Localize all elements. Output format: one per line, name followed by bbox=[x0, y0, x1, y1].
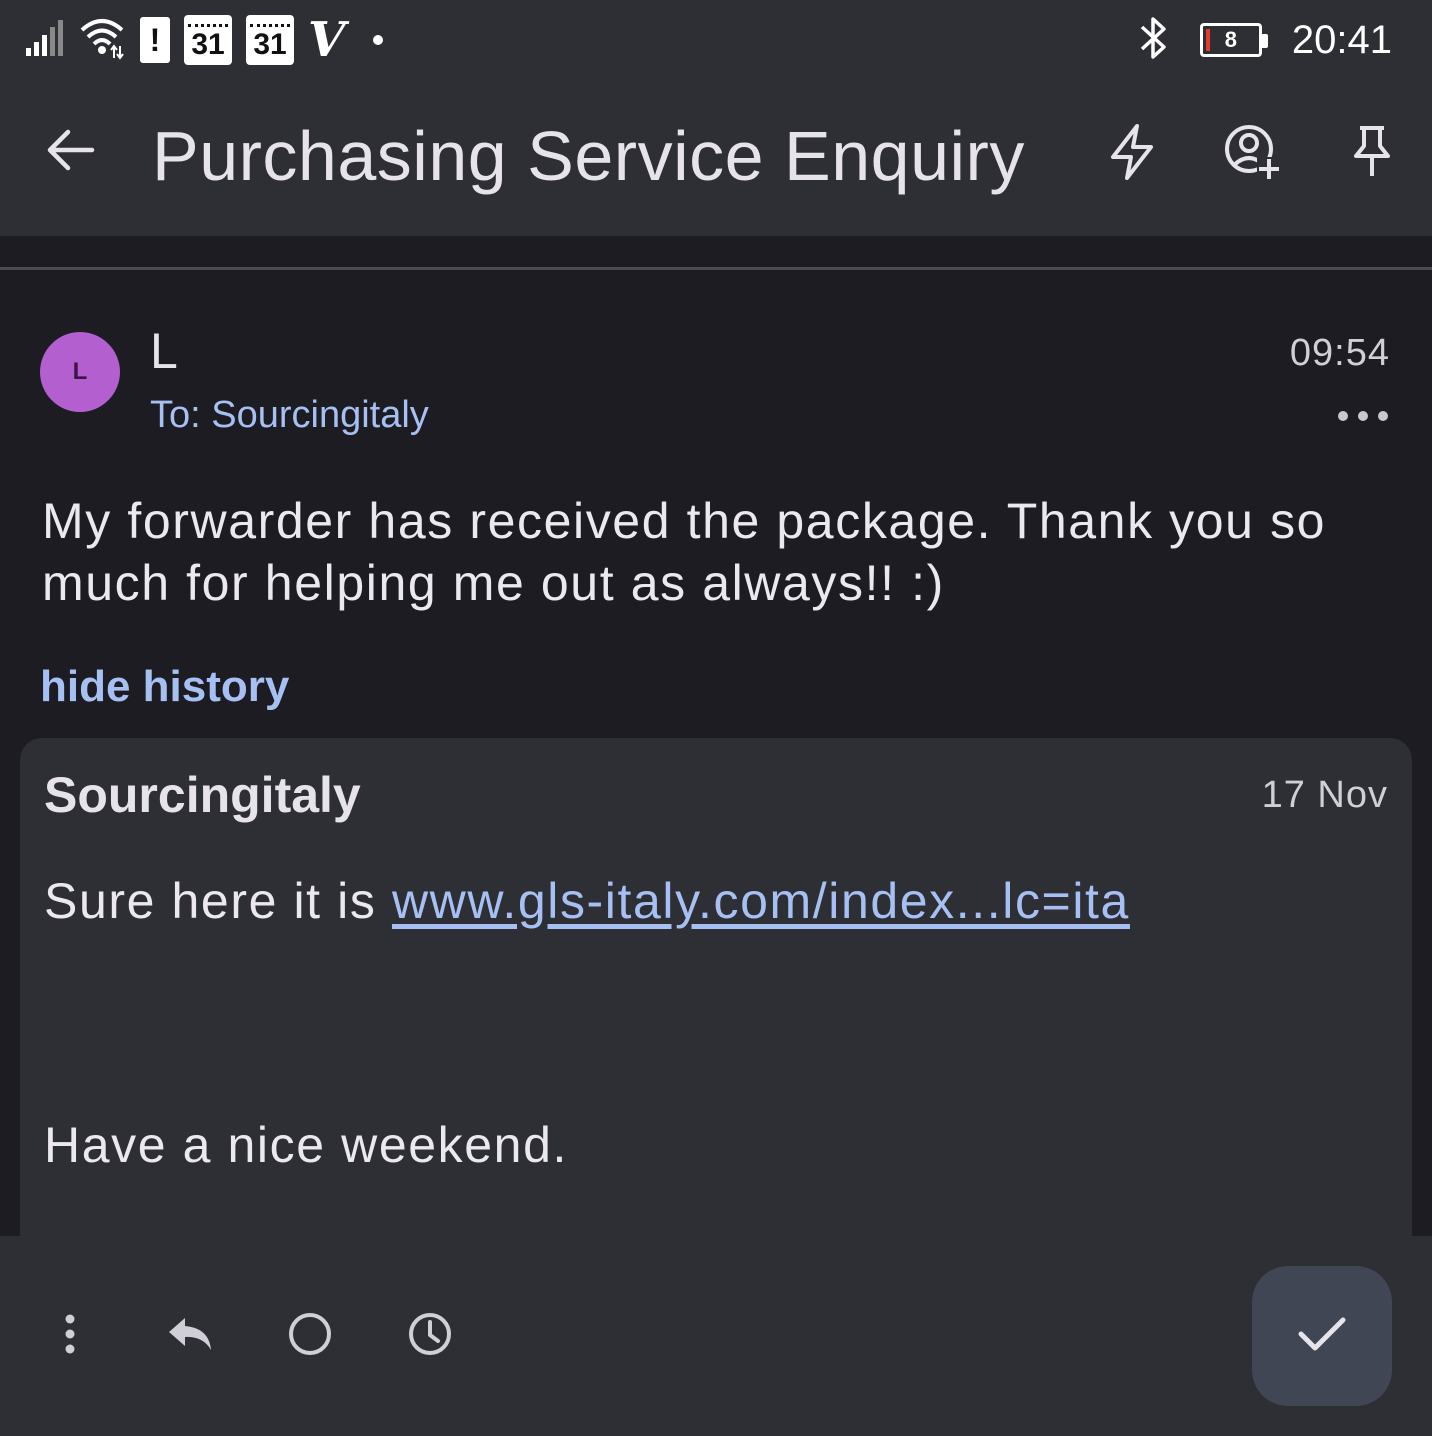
history-line-1: Sure here it is www.gls-italy.com/index.… bbox=[44, 872, 1130, 930]
sender-name[interactable]: L bbox=[150, 322, 178, 380]
v-app-icon: V bbox=[308, 12, 346, 68]
history-line-2: Have a nice weekend. bbox=[44, 1117, 568, 1173]
more-options-button[interactable] bbox=[1338, 404, 1388, 428]
signal-icon bbox=[24, 18, 64, 63]
header-divider bbox=[0, 267, 1432, 270]
add-contact-button[interactable] bbox=[1222, 124, 1282, 184]
avatar[interactable]: L bbox=[40, 332, 120, 412]
history-sender: Sourcingitaly bbox=[44, 767, 361, 823]
mark-button[interactable] bbox=[280, 1308, 340, 1364]
app-bar: Purchasing Service Enquiry bbox=[0, 80, 1432, 236]
dot bbox=[1358, 411, 1368, 421]
status-left: ! 31 31 V bbox=[24, 12, 384, 68]
lightning-icon bbox=[1107, 123, 1157, 186]
status-right: 8 20:41 bbox=[1136, 12, 1392, 68]
alert-icon: ! bbox=[140, 17, 170, 63]
battery-icon: 8 bbox=[1199, 23, 1268, 57]
more-notifications-dot bbox=[373, 35, 384, 45]
done-button[interactable] bbox=[1252, 1266, 1392, 1406]
message-body: My forwarder has received the package. T… bbox=[42, 493, 1327, 611]
page-title: Purchasing Service Enquiry bbox=[152, 117, 1025, 195]
status-clock: 20:41 bbox=[1291, 17, 1392, 62]
history-date: 17 Nov bbox=[1261, 774, 1388, 816]
reply-icon bbox=[165, 1314, 215, 1359]
clock-icon bbox=[407, 1311, 453, 1362]
battery-level: 8 bbox=[1224, 27, 1238, 52]
history-text: Sure here it is bbox=[44, 873, 392, 929]
add-contact-icon bbox=[1223, 123, 1281, 186]
dot bbox=[1378, 411, 1388, 421]
bottom-action-bar bbox=[0, 1236, 1432, 1436]
pin-button[interactable] bbox=[1342, 124, 1402, 184]
circle-icon bbox=[287, 1311, 333, 1362]
pin-icon bbox=[1350, 124, 1394, 185]
more-vert-icon bbox=[63, 1314, 77, 1359]
calendar-icon: 31 bbox=[184, 15, 232, 65]
wifi-icon bbox=[78, 16, 126, 65]
quick-action-button[interactable] bbox=[1102, 123, 1162, 186]
hide-history-link[interactable]: hide history bbox=[40, 662, 289, 712]
history-card: Sourcingitaly 17 Nov Sure here it is www… bbox=[20, 738, 1412, 1298]
back-arrow-icon bbox=[44, 128, 96, 177]
reply-button[interactable] bbox=[160, 1308, 220, 1364]
tracking-link[interactable]: www.gls-italy.com/index...lc=ita bbox=[392, 873, 1130, 929]
dot bbox=[1338, 411, 1348, 421]
recipient-line[interactable]: To: Sourcingitaly bbox=[150, 394, 429, 437]
status-bar: ! 31 31 V 8 20:41 bbox=[0, 0, 1432, 80]
check-icon bbox=[1297, 1314, 1347, 1359]
message-time: 09:54 bbox=[1289, 332, 1390, 374]
snooze-button[interactable] bbox=[400, 1308, 460, 1364]
back-button[interactable] bbox=[40, 122, 100, 182]
overflow-menu-button[interactable] bbox=[40, 1308, 100, 1364]
bluetooth-icon bbox=[1136, 15, 1170, 66]
calendar-icon: 31 bbox=[246, 15, 294, 65]
